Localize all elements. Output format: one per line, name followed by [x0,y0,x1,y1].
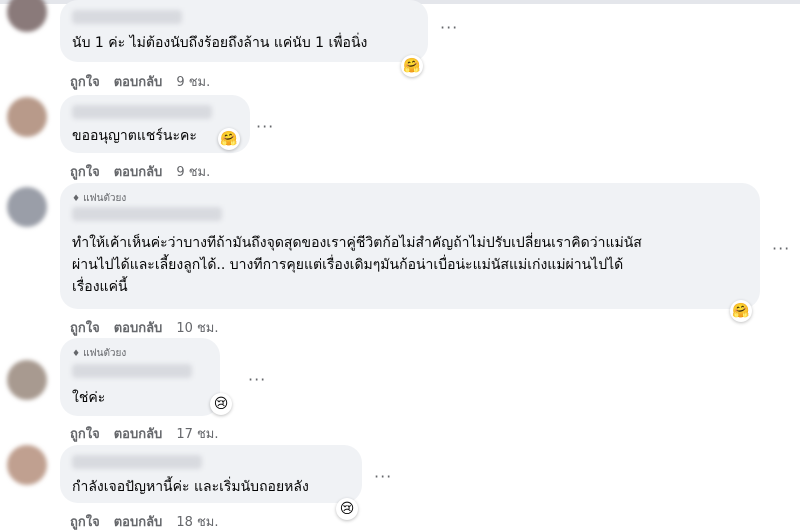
comment-bubble: นับ 1 ค่ะ ไม่ต้องนับถึงร้อยถึงล้าน แค่นั… [60,0,428,62]
comment-actions: ถูกใจ ตอบกลับ 9 ชม. [70,71,210,92]
avatar[interactable] [7,187,47,227]
comment-text: นับ 1 ค่ะ ไม่ต้องนับถึงร้อยถึงล้าน แค่นั… [72,35,368,51]
comment-2: ขออนุญาตแชร์นะคะ 🤗 ··· ถูกใจ ตอบกลับ 9 ช… [0,95,800,183]
avatar[interactable] [7,97,47,137]
timestamp[interactable]: 9 ชม. [176,161,210,182]
diamond-icon: ♦ [72,348,81,359]
like-link[interactable]: ถูกใจ [70,317,100,338]
comment-text-line: เรื่องแค่นี้ [72,279,128,295]
more-options-icon[interactable]: ··· [374,469,392,485]
more-options-icon[interactable]: ··· [772,241,790,257]
comment-text: ขออนุญาตแชร์นะคะ [72,128,197,144]
reply-link[interactable]: ตอบกลับ [114,511,163,532]
avatar[interactable] [7,445,47,485]
comment-1: นับ 1 ค่ะ ไม่ต้องนับถึงร้อยถึงล้าน แค่นั… [0,0,800,95]
top-fan-badge: ♦ แฟนตัวยง [72,346,126,361]
like-link[interactable]: ถูกใจ [70,161,100,182]
avatar[interactable] [7,0,47,32]
diamond-icon: ♦ [72,193,81,204]
author-name[interactable] [72,105,212,119]
sad-icon[interactable]: 😢 [210,393,232,415]
author-name[interactable] [72,10,182,24]
comment-bubble: กำลังเจอปัญหานี้ค่ะ และเริ่มนับถอยหลัง [60,445,362,503]
comment-bubble: ♦ แฟนตัวยง ใช่ค่ะ [60,338,220,416]
comment-text-line: ผ่านไปได้และเลี้ยงลูกได้.. บางทีการคุยแต… [72,257,624,273]
care-icon[interactable]: 🤗 [218,128,240,150]
top-fan-badge: ♦ แฟนตัวยง [72,191,126,206]
comment-4: ♦ แฟนตัวยง ใช่ค่ะ 😢 ··· ถูกใจ ตอบกลับ 17… [0,338,800,443]
comment-bubble: ♦ แฟนตัวยง ทำให้เค้าเห็นค่ะว่าบางทีถ้ามั… [60,183,760,309]
comment-text: กำลังเจอปัญหานี้ค่ะ และเริ่มนับถอยหลัง [72,479,309,495]
badge-label: แฟนตัวยง [83,348,127,359]
timestamp[interactable]: 18 ชม. [176,511,218,532]
comment-actions: ถูกใจ ตอบกลับ 10 ชม. [70,317,219,338]
comment-3: ♦ แฟนตัวยง ทำให้เค้าเห็นค่ะว่าบางทีถ้ามั… [0,183,800,338]
more-options-icon[interactable]: ··· [256,119,274,135]
like-link[interactable]: ถูกใจ [70,71,100,92]
author-name[interactable] [72,455,202,469]
timestamp[interactable]: 10 ชม. [176,317,218,338]
comment-actions: ถูกใจ ตอบกลับ 18 ชม. [70,511,219,532]
reply-link[interactable]: ตอบกลับ [114,161,163,182]
comment-text: ใช่ค่ะ [72,390,106,406]
reply-link[interactable]: ตอบกลับ [114,423,163,444]
comment-text-line: ทำให้เค้าเห็นค่ะว่าบางทีถ้ามันถึงจุดสุดข… [72,235,642,251]
more-options-icon[interactable]: ··· [248,372,266,388]
sad-icon[interactable]: 😢 [336,498,358,520]
more-options-icon[interactable]: ··· [440,20,458,36]
like-link[interactable]: ถูกใจ [70,511,100,532]
comment-actions: ถูกใจ ตอบกลับ 9 ชม. [70,161,210,182]
care-icon[interactable]: 🤗 [401,55,423,77]
timestamp[interactable]: 17 ชม. [176,423,218,444]
badge-label: แฟนตัวยง [83,193,127,204]
author-name[interactable] [72,207,222,221]
care-icon[interactable]: 🤗 [730,300,752,322]
like-link[interactable]: ถูกใจ [70,423,100,444]
comment-actions: ถูกใจ ตอบกลับ 17 ชม. [70,423,219,444]
author-name[interactable] [72,364,192,378]
comment-5: กำลังเจอปัญหานี้ค่ะ และเริ่มนับถอยหลัง 😢… [0,445,800,530]
avatar[interactable] [7,360,47,400]
reply-link[interactable]: ตอบกลับ [114,317,163,338]
reply-link[interactable]: ตอบกลับ [114,71,163,92]
timestamp[interactable]: 9 ชม. [176,71,210,92]
